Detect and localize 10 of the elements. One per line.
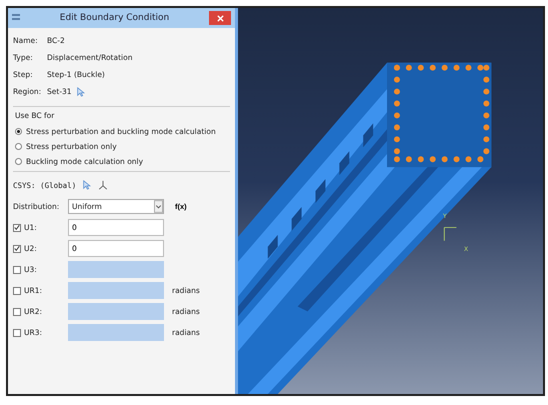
- check-icon: [14, 224, 20, 231]
- cursor-icon[interactable]: [82, 180, 92, 190]
- check-icon: [14, 245, 20, 252]
- axes-icon[interactable]: [98, 180, 108, 190]
- window-title: Edit Boundary Condition: [58, 13, 170, 23]
- close-button[interactable]: [209, 11, 231, 25]
- menu-icon[interactable]: [12, 13, 20, 23]
- cursor-icon[interactable]: [76, 86, 86, 96]
- caret-icon: [154, 200, 163, 212]
- close-icon: [216, 14, 224, 22]
